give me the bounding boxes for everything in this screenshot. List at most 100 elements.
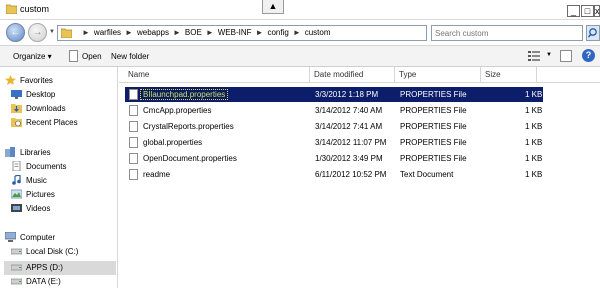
file-date: 3/14/2012 7:40 AM bbox=[315, 106, 383, 115]
file-icon bbox=[129, 153, 138, 164]
pictures-icon bbox=[11, 189, 22, 199]
file-icon bbox=[129, 89, 138, 100]
breadcrumb-item[interactable]: config bbox=[267, 28, 288, 37]
breadcrumb-separator-icon[interactable]: ► bbox=[82, 28, 90, 37]
column-header-name[interactable]: Name bbox=[124, 67, 310, 83]
column-label: Name bbox=[128, 70, 150, 79]
nav-label: APPS (D:) bbox=[26, 263, 63, 272]
file-list-pane: Name Date modified Type Size BIlaunchpad… bbox=[119, 67, 600, 288]
downloads-icon bbox=[11, 104, 22, 113]
close-button[interactable]: x bbox=[594, 5, 600, 17]
file-size: 1 KB bbox=[525, 154, 543, 163]
file-row[interactable]: global.properties 3/14/2012 11:07 PM PRO… bbox=[125, 135, 543, 150]
file-size: 1 KB bbox=[525, 138, 543, 147]
file-type: PROPERTIES File bbox=[400, 90, 467, 99]
title-bar: custom ▲ _ □ x bbox=[0, 0, 600, 20]
drive-icon bbox=[11, 278, 22, 285]
column-header-size[interactable]: Size bbox=[481, 67, 537, 83]
file-date: 3/14/2012 7:41 AM bbox=[315, 122, 383, 131]
search-box[interactable] bbox=[431, 25, 583, 41]
views-dropdown-icon[interactable]: ▼ bbox=[546, 52, 552, 58]
nav-label: Music bbox=[26, 176, 47, 185]
navigation-pane: Favorites Desktop Downloads Recent Place… bbox=[0, 67, 118, 288]
file-date: 3/3/2012 1:18 PM bbox=[315, 90, 379, 99]
history-dropdown-icon[interactable]: ▼ bbox=[49, 29, 55, 35]
videos-icon bbox=[11, 204, 22, 212]
drive-icon bbox=[11, 264, 22, 271]
new-folder-button[interactable]: New folder bbox=[111, 52, 149, 61]
open-icon[interactable] bbox=[69, 50, 78, 62]
breadcrumb-item[interactable]: WEB-INF bbox=[218, 28, 252, 37]
file-date: 1/30/2012 3:49 PM bbox=[315, 154, 383, 163]
column-header-date[interactable]: Date modified bbox=[310, 67, 395, 83]
file-row[interactable]: CmcApp.properties 3/14/2012 7:40 AM PROP… bbox=[125, 103, 543, 118]
file-size: 1 KB bbox=[525, 106, 543, 115]
file-icon bbox=[129, 105, 138, 116]
file-type: Text Document bbox=[400, 170, 454, 179]
nav-label: Local Disk (C:) bbox=[26, 247, 79, 256]
command-toolbar: Organize ▾ Open New folder ▼ ? bbox=[0, 45, 600, 67]
nav-label: Recent Places bbox=[26, 118, 78, 127]
music-icon bbox=[12, 175, 21, 185]
file-name: CmcApp.properties bbox=[143, 106, 212, 115]
breadcrumb-item[interactable]: custom bbox=[305, 28, 331, 37]
forward-button[interactable]: → bbox=[28, 23, 47, 42]
recent-places-icon bbox=[11, 118, 22, 127]
collapse-button[interactable]: ▲ bbox=[262, 0, 284, 14]
drive-icon bbox=[11, 248, 22, 255]
file-type: PROPERTIES File bbox=[400, 138, 467, 147]
nav-label: Libraries bbox=[20, 148, 51, 157]
help-icon[interactable]: ? bbox=[582, 49, 595, 62]
breadcrumb-separator-icon[interactable]: ► bbox=[256, 28, 264, 37]
preview-pane-icon[interactable] bbox=[560, 50, 572, 62]
file-row[interactable]: OpenDocument.properties 1/30/2012 3:49 P… bbox=[125, 151, 543, 166]
breadcrumb-item[interactable]: webapps bbox=[137, 28, 169, 37]
column-label: Type bbox=[399, 70, 417, 79]
file-size: 1 KB bbox=[525, 122, 543, 131]
breadcrumb-item[interactable]: warfiles bbox=[94, 28, 121, 37]
search-input[interactable] bbox=[435, 27, 565, 39]
nav-label: Pictures bbox=[26, 190, 55, 199]
star-icon bbox=[5, 75, 16, 85]
breadcrumb-separator-icon[interactable]: ► bbox=[125, 28, 133, 37]
views-icon[interactable] bbox=[528, 51, 540, 61]
file-date: 3/14/2012 11:07 PM bbox=[315, 138, 387, 147]
organize-button[interactable]: Organize ▾ bbox=[13, 52, 52, 61]
folder-icon bbox=[61, 28, 72, 38]
file-name: readme bbox=[143, 170, 171, 179]
file-type: PROPERTIES File bbox=[400, 106, 467, 115]
file-name: OpenDocument.properties bbox=[143, 154, 237, 163]
nav-label: Documents bbox=[26, 162, 67, 171]
breadcrumb: ► warfiles ► webapps ► BOE ► WEB-INF ► config ► cus… bbox=[78, 28, 331, 37]
file-name: BIlaunchpad.properties bbox=[139, 89, 229, 100]
file-row[interactable]: CrystalReports.properties 3/14/2012 7:41… bbox=[125, 119, 543, 134]
computer-icon bbox=[5, 232, 16, 242]
file-size: 1 KB bbox=[525, 90, 543, 99]
breadcrumb-separator-icon[interactable]: ► bbox=[206, 28, 214, 37]
open-button[interactable]: Open bbox=[82, 52, 102, 61]
address-row: ← → ▼ ► warfiles ► webapps ► BOE ► WEB-INF ► conf… bbox=[0, 20, 600, 45]
libraries-icon bbox=[5, 147, 15, 157]
nav-label: Videos bbox=[26, 204, 51, 213]
column-header-type[interactable]: Type bbox=[395, 67, 481, 83]
address-bar[interactable]: ► warfiles ► webapps ► BOE ► WEB-INF ► config ► cus… bbox=[57, 25, 482, 41]
search-icon[interactable] bbox=[586, 25, 600, 41]
nav-label: Favorites bbox=[20, 76, 53, 85]
breadcrumb-item[interactable]: BOE bbox=[185, 28, 202, 37]
breadcrumb-separator-icon[interactable]: ► bbox=[173, 28, 181, 37]
text-file-icon bbox=[129, 169, 138, 180]
column-header-row: Name Date modified Type Size bbox=[119, 67, 600, 83]
file-row[interactable]: readme 6/11/2012 10:52 PM Text Document … bbox=[125, 167, 543, 182]
nav-label: Downloads bbox=[26, 104, 66, 113]
breadcrumb-separator-icon[interactable]: ► bbox=[293, 28, 301, 37]
maximize-button[interactable]: □ bbox=[581, 5, 594, 17]
file-type: PROPERTIES File bbox=[400, 154, 467, 163]
minimize-button[interactable]: _ bbox=[567, 5, 580, 17]
back-button[interactable]: ← bbox=[6, 23, 25, 42]
file-row[interactable]: BIlaunchpad.properties 3/3/2012 1:18 PM … bbox=[125, 87, 543, 102]
column-label: Size bbox=[485, 70, 501, 79]
documents-icon bbox=[12, 161, 21, 171]
desktop-icon bbox=[11, 90, 22, 99]
nav-label: Desktop bbox=[26, 90, 56, 99]
file-name: global.properties bbox=[143, 138, 203, 147]
